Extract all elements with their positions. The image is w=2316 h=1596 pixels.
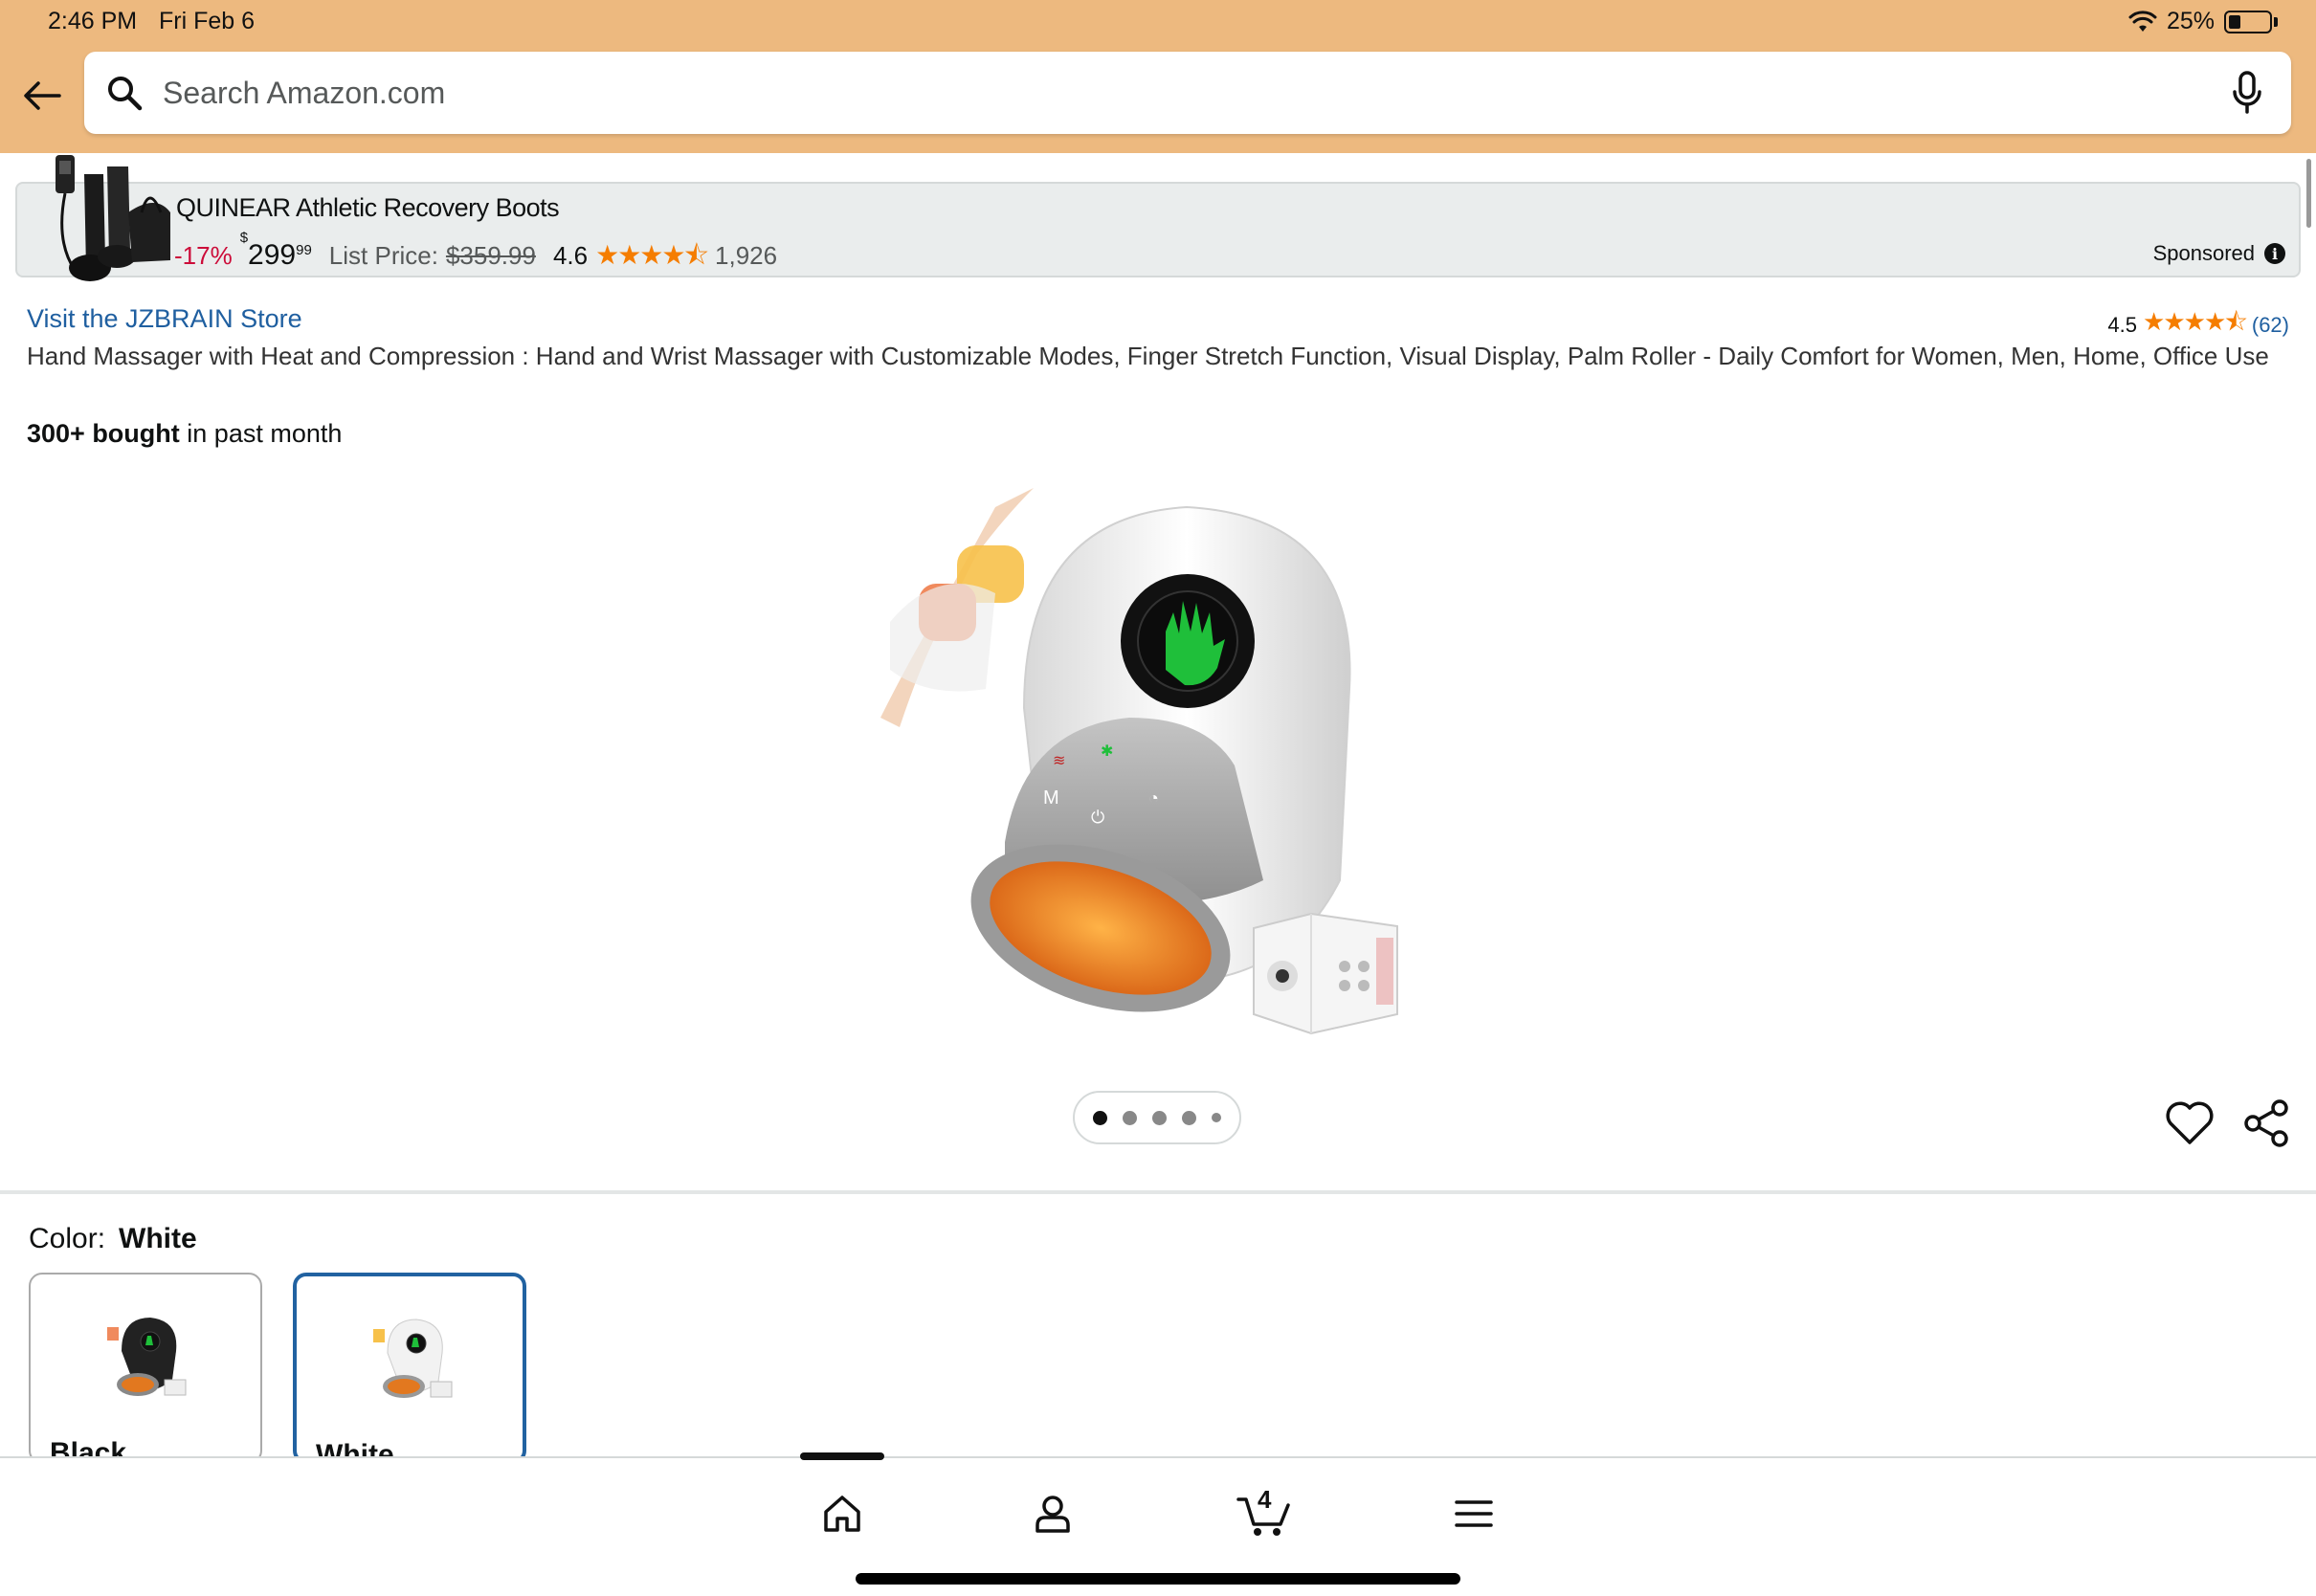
svg-text:≋: ≋ [1053, 753, 1065, 769]
list-price: $359.99 [445, 241, 536, 270]
bought-bold: 300+ bought [27, 419, 180, 448]
status-time: 2:46 PM [48, 8, 138, 34]
image-carousel-dots[interactable] [1073, 1091, 1241, 1144]
list-price-label: List Price: [328, 241, 438, 270]
store-link[interactable]: Visit the JZBRAIN Store [27, 304, 302, 334]
back-button[interactable] [17, 71, 67, 121]
user-icon [1036, 1496, 1070, 1533]
svg-text:✱: ✱ [1101, 743, 1113, 760]
sponsored-text: Sponsored [2152, 241, 2255, 265]
color-selected: White [119, 1223, 197, 1254]
heart-icon[interactable] [2165, 1100, 2215, 1146]
black-variant-thumbnail [107, 1318, 187, 1396]
share-icon[interactable] [2241, 1098, 2291, 1148]
hamburger-menu-icon [1455, 1500, 1493, 1527]
carousel-dot[interactable] [1093, 1110, 1107, 1125]
bought-rest: in past month [179, 419, 343, 448]
sponsored-ad-banner[interactable]: QUINEAR Athletic Recovery Boots -17% $29… [15, 155, 2301, 281]
battery-percent: 25% [2166, 8, 2215, 34]
status-right: 25% [2128, 8, 2278, 35]
battery-icon [2224, 10, 2272, 33]
svg-text:◔: ◔ [1148, 788, 1159, 808]
ad-title[interactable]: QUINEAR Athletic Recovery Boots [176, 193, 560, 223]
product-title: Hand Massager with Heat and Compression … [27, 342, 2269, 370]
color-label: Color: White [29, 1223, 197, 1255]
section-divider [0, 1190, 2316, 1194]
white-variant-thumbnail [373, 1319, 453, 1398]
carousel-dot[interactable] [1182, 1110, 1196, 1125]
back-arrow-icon [24, 81, 61, 110]
ad-stars-icon: ★★★★⯪ [595, 240, 709, 270]
ad-discount: -17% [174, 241, 233, 270]
ad-rating: 4.6 [552, 241, 589, 270]
ad-rating-count: 1,926 [715, 241, 778, 270]
carousel-dot[interactable] [1152, 1110, 1167, 1125]
recovery-boots-image [56, 155, 170, 281]
wifi-icon [2128, 10, 2157, 32]
ad-price-line: -17% $29999 List Price: $359.99 4.6 ★★★★… [174, 230, 778, 281]
price-whole: 299 [248, 239, 297, 271]
color-swatch-white[interactable]: White [293, 1273, 526, 1464]
home-indicator[interactable] [856, 1573, 1460, 1585]
color-swatch-black[interactable]: Black [29, 1273, 262, 1464]
review-count[interactable]: (62) [2252, 313, 2289, 338]
svg-text:M: M [1043, 787, 1059, 809]
nav-home[interactable] [813, 1485, 871, 1542]
nav-account[interactable] [1024, 1485, 1081, 1542]
nav-menu[interactable] [1445, 1485, 1503, 1542]
carousel-dot[interactable] [1123, 1110, 1137, 1125]
microphone-icon[interactable] [2226, 69, 2268, 117]
active-tab-indicator [800, 1452, 884, 1460]
price-fraction: 99 [296, 242, 312, 258]
app-root: 2:46 PM Fri Feb 6 25% Search Amazon.com … [0, 0, 2316, 1596]
home-icon [824, 1496, 860, 1532]
header: 2:46 PM Fri Feb 6 25% [0, 0, 2316, 153]
nav-cart[interactable]: 4 [1235, 1485, 1292, 1542]
search-icon[interactable] [103, 72, 145, 114]
bottom-nav: 4 [0, 1452, 2316, 1596]
price-symbol: $ [239, 230, 249, 246]
scrollbar[interactable] [2306, 159, 2311, 228]
battery-tip [2274, 16, 2278, 27]
search-bar[interactable] [84, 52, 2291, 134]
status-date: Fri Feb 6 [159, 8, 256, 34]
cart-count-badge: 4 [1258, 1485, 1272, 1514]
product-main-image[interactable]: ≋ ✱ M ◔ ⏻ [861, 478, 1455, 1053]
sponsored-label[interactable]: Sponsored i [2153, 241, 2285, 266]
color-label-text: Color: [29, 1223, 106, 1254]
rating-value: 4.5 [2107, 313, 2138, 337]
search-input[interactable] [163, 75, 2226, 111]
info-icon[interactable]: i [2264, 243, 2285, 264]
svg-text:⏻: ⏻ [1091, 808, 1104, 827]
ad-price: $29999 [240, 230, 312, 272]
carousel-dot[interactable] [1212, 1113, 1221, 1122]
bought-count: 300+ bought in past month [27, 419, 342, 449]
